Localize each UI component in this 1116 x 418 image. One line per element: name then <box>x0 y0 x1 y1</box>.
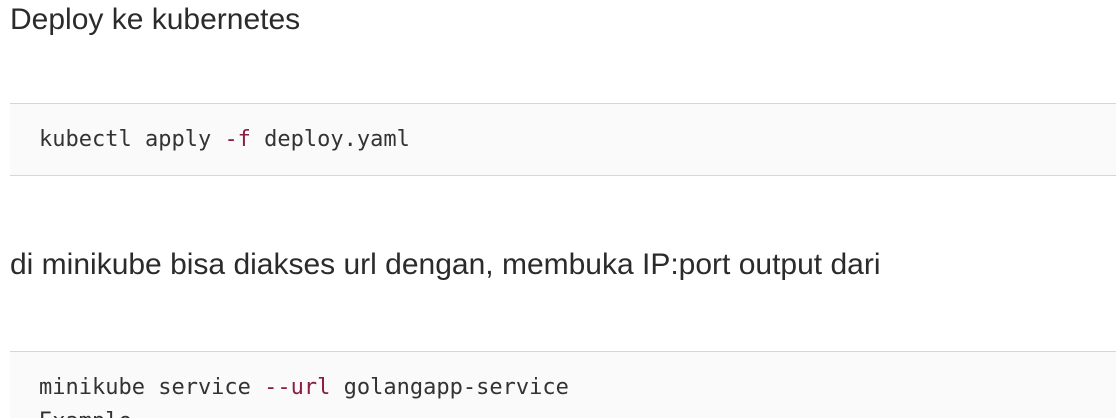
code-block-kubectl: kubectl apply -f deploy.yaml <box>10 103 1116 176</box>
code-command: Example <box>39 409 132 418</box>
code-flag: --url <box>264 375 331 400</box>
paragraph-deploy-heading: Deploy ke kubernetes <box>10 3 301 36</box>
paragraph-minikube-instructions: di minikube bisa diakses url dengan, mem… <box>10 248 881 281</box>
code-command: minikube service <box>39 375 265 400</box>
code-argument: golangapp-service <box>330 375 569 400</box>
code-block-minikube: minikube service --url golangapp-service… <box>10 351 1116 418</box>
code-line: Example <box>39 408 132 418</box>
code-flag: -f <box>224 127 251 152</box>
code-command: kubectl apply <box>39 127 225 152</box>
code-line: kubectl apply -f deploy.yaml <box>39 126 410 154</box>
code-line: minikube service --url golangapp-service <box>39 374 569 402</box>
code-argument: deploy.yaml <box>250 127 410 152</box>
